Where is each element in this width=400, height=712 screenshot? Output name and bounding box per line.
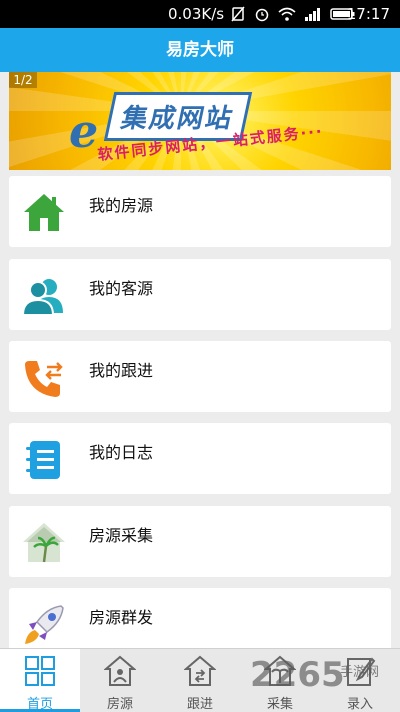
banner-headline: 集成网站: [118, 104, 237, 134]
menu-label: 房源群发: [89, 608, 154, 627]
menu-label: 我的房源: [89, 196, 154, 215]
signal-icon: [305, 8, 320, 21]
people-icon: [21, 279, 63, 316]
menu-item-my-listings[interactable]: 我的房源: [9, 176, 391, 247]
status-bar: 0.03K/s 17:17: [0, 0, 400, 28]
phone-icon: [25, 361, 63, 397]
notebook-icon: [26, 441, 60, 479]
house-palm-icon: [23, 523, 65, 563]
house-person-icon: [104, 655, 136, 686]
page-title: 易房大师: [166, 40, 234, 60]
banner-e-logo: e: [69, 104, 99, 158]
banner-page-counter: 1/2: [9, 72, 37, 88]
menu-label: 我的跟进: [89, 361, 154, 380]
tab-label: 首页: [26, 697, 53, 712]
alarm-icon: [255, 8, 269, 22]
network-speed: 0.03K/s: [168, 5, 225, 23]
tab-label: 跟进: [186, 697, 213, 712]
menu-item-my-clients[interactable]: 我的客源: [9, 259, 391, 330]
watermark-logo: 2265: [250, 655, 345, 695]
menu-item-my-followups[interactable]: 我的跟进: [9, 341, 391, 412]
status-icons: [230, 6, 356, 22]
tab-label: 采集: [266, 697, 293, 712]
tab-followup[interactable]: 跟进: [160, 649, 240, 712]
tab-listings[interactable]: 房源: [80, 649, 160, 712]
menu-item-my-journal[interactable]: 我的日志: [9, 423, 391, 494]
grid-icon: [25, 656, 55, 686]
menu-label: 房源采集: [89, 526, 154, 545]
no-sim-icon: [231, 6, 245, 22]
menu-label: 我的日志: [89, 443, 154, 462]
rocket-icon: [25, 605, 64, 644]
watermark-subtitle: 手游网: [340, 665, 380, 680]
tab-label: 录入: [346, 697, 373, 712]
menu-item-listing-collection[interactable]: 房源采集: [9, 506, 391, 577]
promo-banner[interactable]: 1/2 e 集成网站 软件同步网站，一站式服务···: [9, 72, 391, 170]
house-icon: [24, 194, 64, 231]
app-title-bar: 易房大师: [0, 28, 400, 72]
tab-label: 房源: [106, 697, 133, 712]
clock: 17:17: [346, 5, 390, 23]
house-arrows-icon: [184, 655, 216, 686]
menu-label: 我的客源: [89, 279, 154, 298]
tab-home[interactable]: 首页: [0, 649, 80, 712]
wifi-icon: [278, 7, 296, 21]
